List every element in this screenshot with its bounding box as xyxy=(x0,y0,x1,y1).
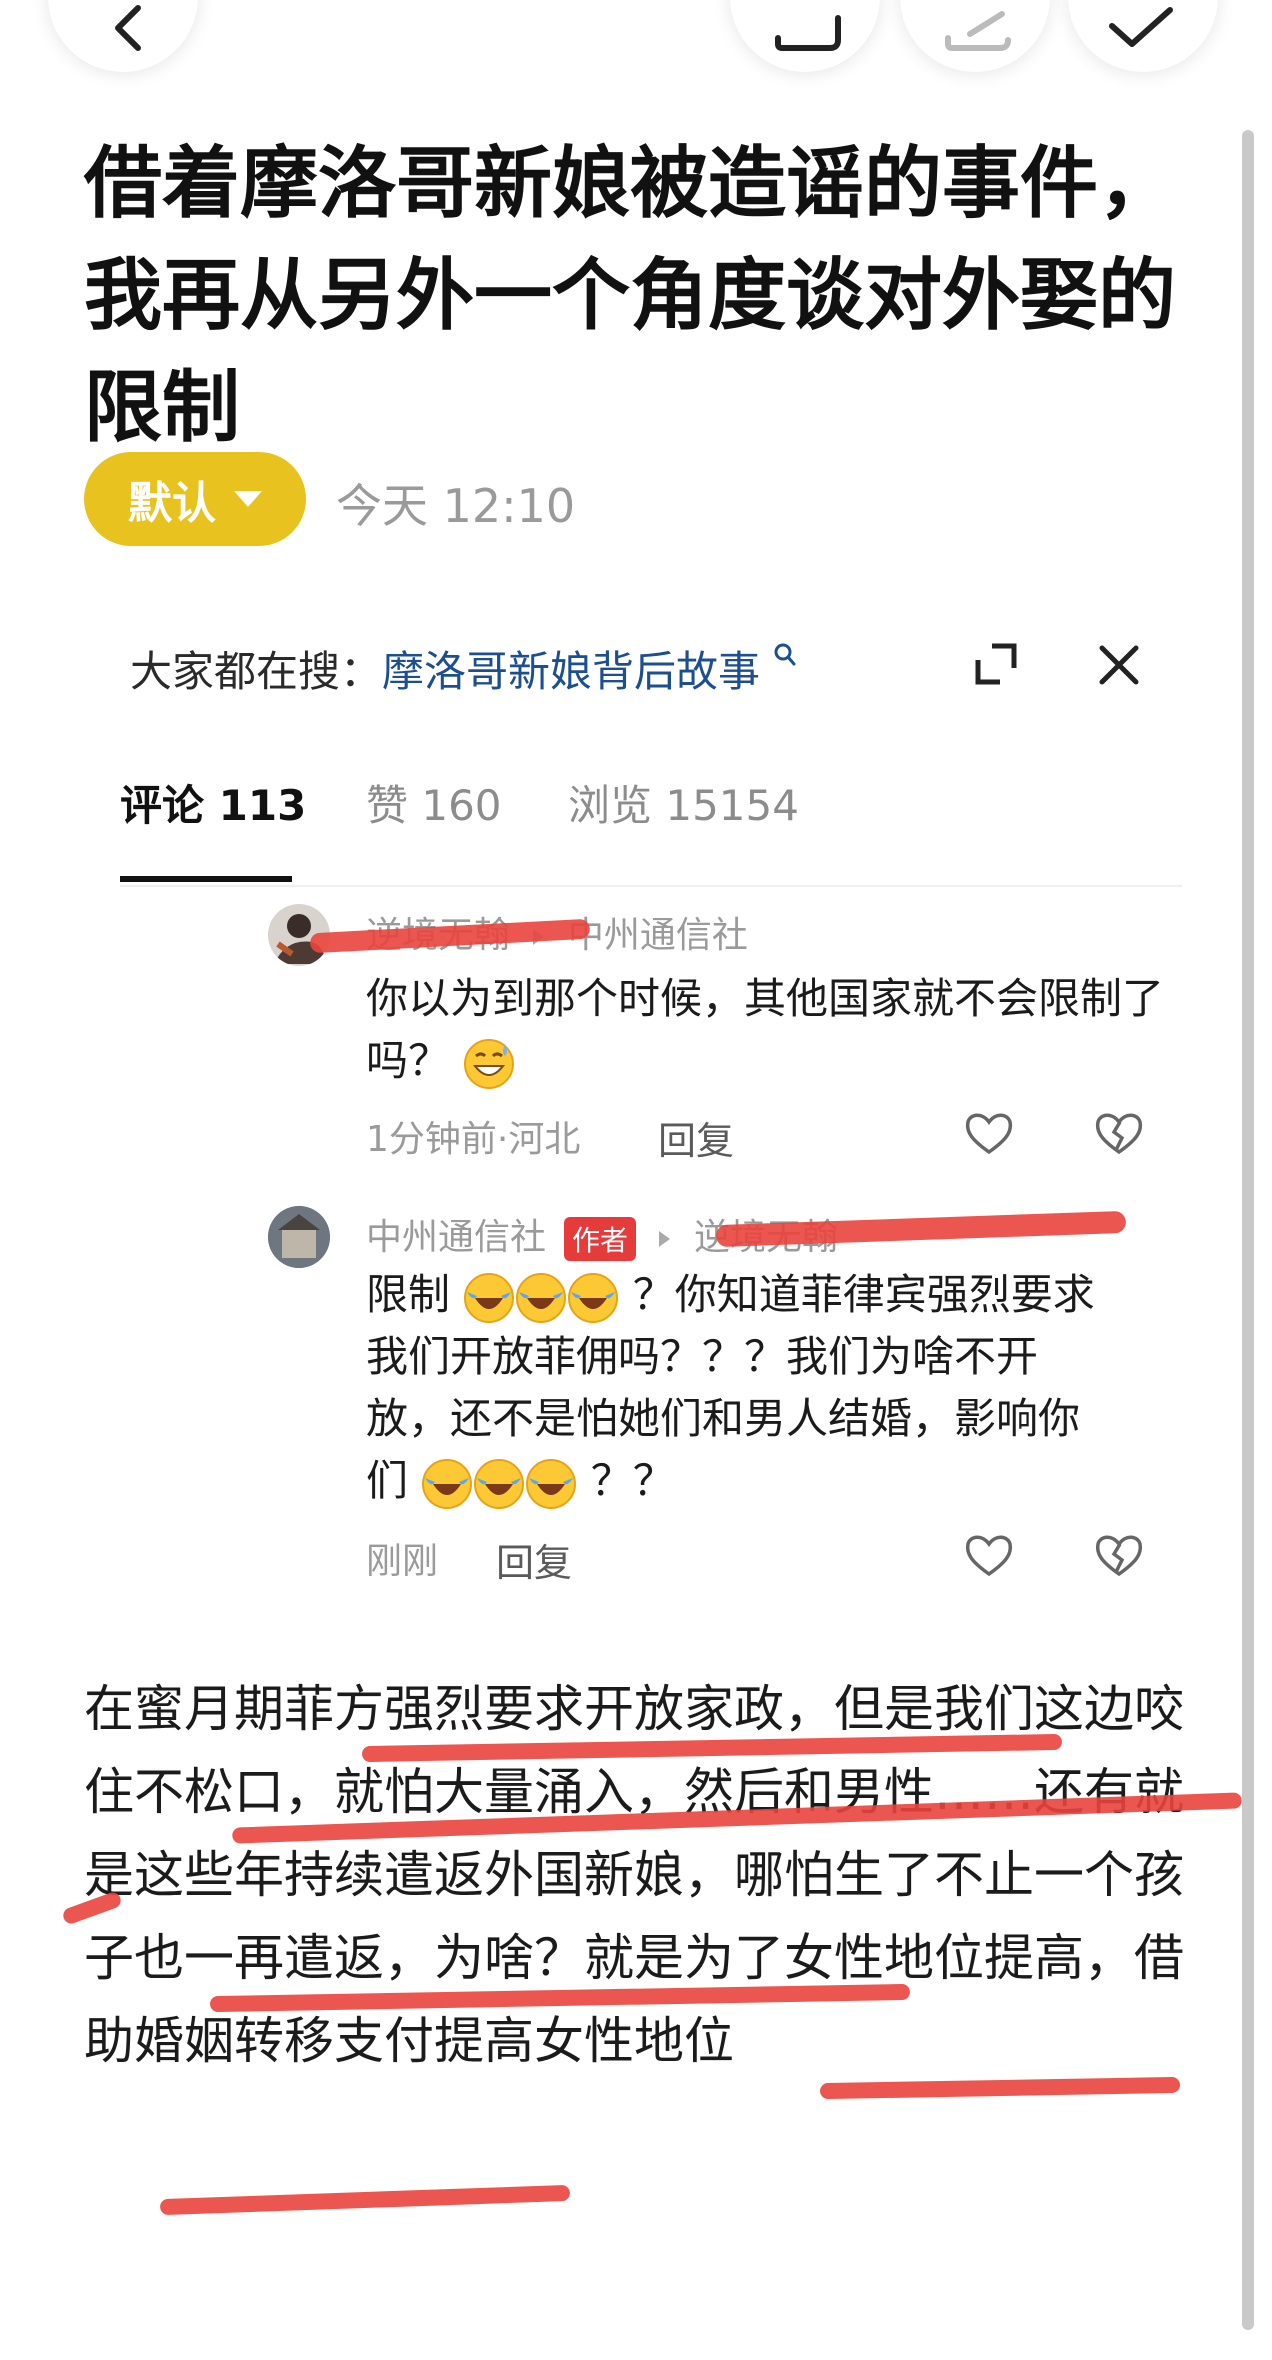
dislike-heart-icon[interactable] xyxy=(1094,1110,1144,1156)
reply-button[interactable]: 回复 xyxy=(496,1532,572,1587)
dislike-heart-icon[interactable] xyxy=(1094,1532,1144,1578)
crying-laughing-emoji-icon xyxy=(526,1458,577,1509)
edit-icon xyxy=(945,11,1011,51)
comment-body: 们 xyxy=(366,1456,409,1505)
scrollbar[interactable] xyxy=(1242,130,1254,2330)
search-icon xyxy=(774,643,796,666)
crying-laughing-emoji-icon xyxy=(422,1458,473,1509)
reply-button[interactable]: 回复 xyxy=(658,1110,734,1165)
comment-text: 限制 ？你知道菲律宾强烈要求 我们开放菲佣吗？？？我们为啥不开 放，还不是怕她们… xyxy=(366,1264,1166,1512)
tab-likes[interactable]: 赞 160 xyxy=(366,772,502,833)
sort-label: 默认 xyxy=(128,478,216,529)
crying-laughing-emoji-icon xyxy=(516,1272,567,1323)
avatar[interactable] xyxy=(268,1206,330,1268)
comment-meta: 1分钟前·河北 xyxy=(366,1119,581,1160)
confirm-button[interactable] xyxy=(1068,0,1218,72)
comment-meta: 刚刚 xyxy=(366,1541,439,1582)
crying-laughing-emoji-icon xyxy=(474,1458,525,1509)
share-button[interactable] xyxy=(730,0,880,72)
sweat-smile-emoji-icon xyxy=(464,1038,515,1089)
reply-arrow-icon xyxy=(659,1231,671,1247)
comment-body: 限制 xyxy=(366,1270,451,1319)
expand-icon[interactable] xyxy=(974,642,1018,686)
tab-views[interactable]: 浏览 15154 xyxy=(568,772,799,833)
heart-icon[interactable] xyxy=(964,1532,1014,1578)
comment-body: 我们开放菲佣吗？？？我们为啥不开 xyxy=(366,1332,1039,1381)
comment-text: 你以为到那个时候，其他国家就不会限制了吗？ xyxy=(366,968,1166,1092)
search-keyword-link[interactable]: 摩洛哥新娘背后故事 xyxy=(382,647,760,696)
post-time: 今天 12:10 xyxy=(336,479,576,533)
comment-reply-to[interactable]: 中州通信社 xyxy=(568,915,748,956)
chevron-left-icon xyxy=(115,5,141,51)
tab-active-indicator xyxy=(120,876,292,882)
crying-laughing-emoji-icon xyxy=(568,1272,619,1323)
close-icon[interactable] xyxy=(1098,644,1140,686)
heart-icon[interactable] xyxy=(964,1110,1014,1156)
comment-body: ？你知道菲律宾强烈要求 xyxy=(632,1270,1095,1319)
article-title: 借着摩洛哥新娘被造谣的事件，我再从另外一个角度谈对外娶的限制 xyxy=(84,139,1177,453)
annotation-underline xyxy=(159,2184,571,2216)
back-button[interactable] xyxy=(48,0,198,72)
caption-text: 在蜜月期菲方强烈要求开放家政，但是我们这边咬住不松口，就怕大量涌入，然后和男性…… xyxy=(84,1680,1184,2070)
share-icon xyxy=(775,15,841,51)
tab-comments[interactable]: 评论 113 xyxy=(120,772,306,833)
author-badge: 作者 xyxy=(564,1217,637,1261)
search-prefix: 大家都在搜： xyxy=(130,647,383,696)
divider xyxy=(120,885,1182,887)
comment-username[interactable]: 中州通信社 xyxy=(366,1217,546,1258)
comment-body: 放，还不是怕她们和男人结婚，影响你 xyxy=(366,1394,1081,1443)
sort-dropdown[interactable]: 默认 xyxy=(84,452,306,546)
check-icon xyxy=(1109,7,1173,47)
comment-body: ？？ xyxy=(590,1456,675,1505)
crying-laughing-emoji-icon xyxy=(464,1272,515,1323)
edit-button[interactable] xyxy=(900,0,1050,72)
chevron-down-icon xyxy=(234,491,262,507)
search-suggestion[interactable]: 大家都在搜：摩洛哥新娘背后故事 xyxy=(130,638,797,699)
